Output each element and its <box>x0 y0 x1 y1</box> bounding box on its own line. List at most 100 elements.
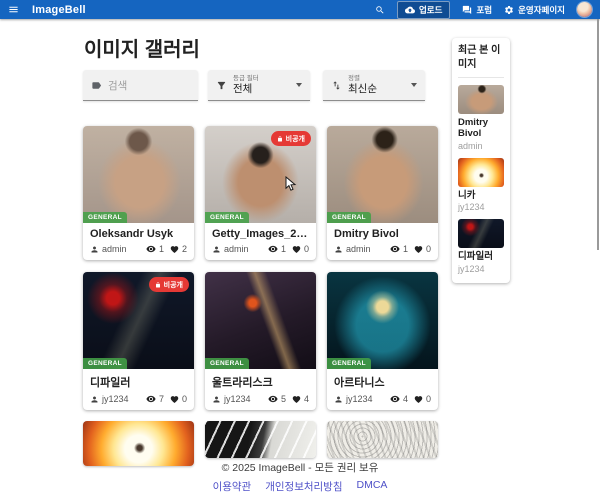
eye-icon <box>268 244 278 254</box>
image-card[interactable]: GENERAL 아르타니스 jy1234 4 0 <box>327 272 438 410</box>
image-card[interactable]: GENERAL 울트라리스크 jy1234 5 4 <box>205 272 316 410</box>
admin-page-label: 운영자페이지 <box>518 4 565 16</box>
image-card[interactable]: GENERAL Dmitry Bivol admin 1 0 <box>327 126 438 260</box>
recent-image-title: Dmitry Bivol <box>458 117 504 140</box>
admin-page-button[interactable]: 운영자페이지 <box>504 4 565 16</box>
dmca-link[interactable]: DMCA <box>357 479 388 493</box>
sort-value: 최신순 <box>348 83 377 96</box>
image-card[interactable] <box>205 421 316 458</box>
recent-image-thumbnail <box>458 219 504 248</box>
navbar: ImageBell 업로드 포럼 운영자페이지 <box>0 0 600 19</box>
rating-badge: GENERAL <box>205 358 249 369</box>
user-avatar[interactable] <box>577 2 592 17</box>
recent-images-panel: 최근 본 이미지 Dmitry Bivol admin 니카 jy1234 디파… <box>452 38 510 283</box>
eye-icon <box>146 394 156 404</box>
grade-filter-select[interactable]: 등급 필터 전체 <box>208 70 310 101</box>
card-image: GENERAL <box>205 272 316 369</box>
private-badge: 비공개 <box>149 277 189 292</box>
card-author: admin <box>224 244 249 254</box>
app-window: ImageBell 업로드 포럼 운영자페이지 이미지 갤러리 검색 <box>0 0 600 493</box>
person-icon <box>90 245 99 254</box>
cloud-upload-icon <box>405 5 415 15</box>
forum-button[interactable]: 포럼 <box>462 4 492 16</box>
rating-badge: GENERAL <box>327 358 371 369</box>
page-title: 이미지 갤러리 <box>84 33 200 62</box>
upload-label: 업로드 <box>419 4 442 16</box>
private-badge-label: 비공개 <box>286 134 305 144</box>
card-title: Oleksandr Usyk <box>90 228 187 240</box>
terms-link[interactable]: 이용약관 <box>213 479 252 493</box>
card-author: admin <box>346 244 371 254</box>
recent-image-thumbnail <box>458 158 504 187</box>
gallery-row-2: 비공개 GENERAL 디파일러 jy1234 7 0 <box>83 272 438 410</box>
recent-image-item[interactable]: Dmitry Bivol admin <box>458 85 504 151</box>
view-count: 5 <box>281 394 286 404</box>
scrollbar[interactable] <box>597 19 599 250</box>
like-count: 0 <box>426 394 431 404</box>
person-icon <box>212 245 221 254</box>
forum-label: 포럼 <box>476 4 492 16</box>
grade-filter-value: 전체 <box>233 83 259 96</box>
recent-image-item[interactable]: 디파일러 jy1234 <box>458 219 504 273</box>
copyright-text: © 2025 ImageBell - 모든 권리 보유 <box>0 460 600 475</box>
card-author: jy1234 <box>224 394 251 404</box>
heart-icon[interactable] <box>414 395 423 404</box>
recent-images-title: 최근 본 이미지 <box>458 44 504 78</box>
tag-icon <box>91 80 102 91</box>
eye-icon <box>390 244 400 254</box>
recent-image-title: 니카 <box>458 190 504 201</box>
chevron-down-icon <box>296 83 302 87</box>
card-author: admin <box>102 244 127 254</box>
page-footer: © 2025 ImageBell - 모든 권리 보유 이용약관 개인정보처리방… <box>0 460 600 493</box>
recent-image-title: 디파일러 <box>458 251 504 262</box>
heart-icon[interactable] <box>292 395 301 404</box>
upload-button[interactable]: 업로드 <box>397 1 450 19</box>
image-card[interactable] <box>327 421 438 458</box>
eye-icon <box>268 394 278 404</box>
heart-icon[interactable] <box>292 245 301 254</box>
like-count: 4 <box>304 394 309 404</box>
card-title: Dmitry Bivol <box>334 228 431 240</box>
gallery-row-1: GENERAL Oleksandr Usyk admin 1 2 <box>83 126 438 260</box>
card-image: GENERAL <box>327 126 438 223</box>
card-title: Getty_Images_217729… <box>212 228 309 240</box>
sort-icon <box>331 80 342 91</box>
eye-icon <box>390 394 400 404</box>
heart-icon[interactable] <box>170 395 179 404</box>
brand-logo[interactable]: ImageBell <box>32 4 86 16</box>
card-image: 비공개 GENERAL <box>205 126 316 223</box>
privacy-link[interactable]: 개인정보처리방침 <box>265 479 342 493</box>
recent-image-author: jy1234 <box>458 202 504 212</box>
eye-icon <box>146 244 156 254</box>
like-count: 0 <box>182 394 187 404</box>
rating-badge: GENERAL <box>83 212 127 223</box>
search-input[interactable]: 검색 <box>83 70 198 101</box>
person-icon <box>334 395 343 404</box>
sort-select[interactable]: 정렬 최신순 <box>323 70 425 101</box>
heart-icon[interactable] <box>170 245 179 254</box>
image-card[interactable]: 비공개 GENERAL 디파일러 jy1234 7 0 <box>83 272 194 410</box>
heart-icon[interactable] <box>414 245 423 254</box>
rating-badge: GENERAL <box>83 358 127 369</box>
card-image: 비공개 GENERAL <box>83 272 194 369</box>
rating-badge: GENERAL <box>327 212 371 223</box>
private-badge-label: 비공개 <box>164 280 183 290</box>
person-icon <box>334 245 343 254</box>
like-count: 0 <box>426 244 431 254</box>
recent-image-thumbnail <box>458 85 504 114</box>
menu-icon[interactable] <box>8 4 19 15</box>
search-icon[interactable] <box>375 5 385 15</box>
card-image: GENERAL <box>327 272 438 369</box>
view-count: 1 <box>403 244 408 254</box>
recent-image-author: admin <box>458 141 504 151</box>
sort-label: 정렬 <box>348 75 377 83</box>
recent-image-item[interactable]: 니카 jy1234 <box>458 158 504 212</box>
image-card[interactable]: GENERAL Oleksandr Usyk admin 1 2 <box>83 126 194 260</box>
view-count: 7 <box>159 394 164 404</box>
image-card[interactable]: 비공개 GENERAL Getty_Images_217729… admin 1… <box>205 126 316 260</box>
funnel-icon <box>216 80 227 91</box>
recent-image-author: jy1234 <box>458 264 504 274</box>
search-placeholder: 검색 <box>108 78 127 93</box>
forum-icon <box>462 5 472 15</box>
card-author: jy1234 <box>346 394 373 404</box>
